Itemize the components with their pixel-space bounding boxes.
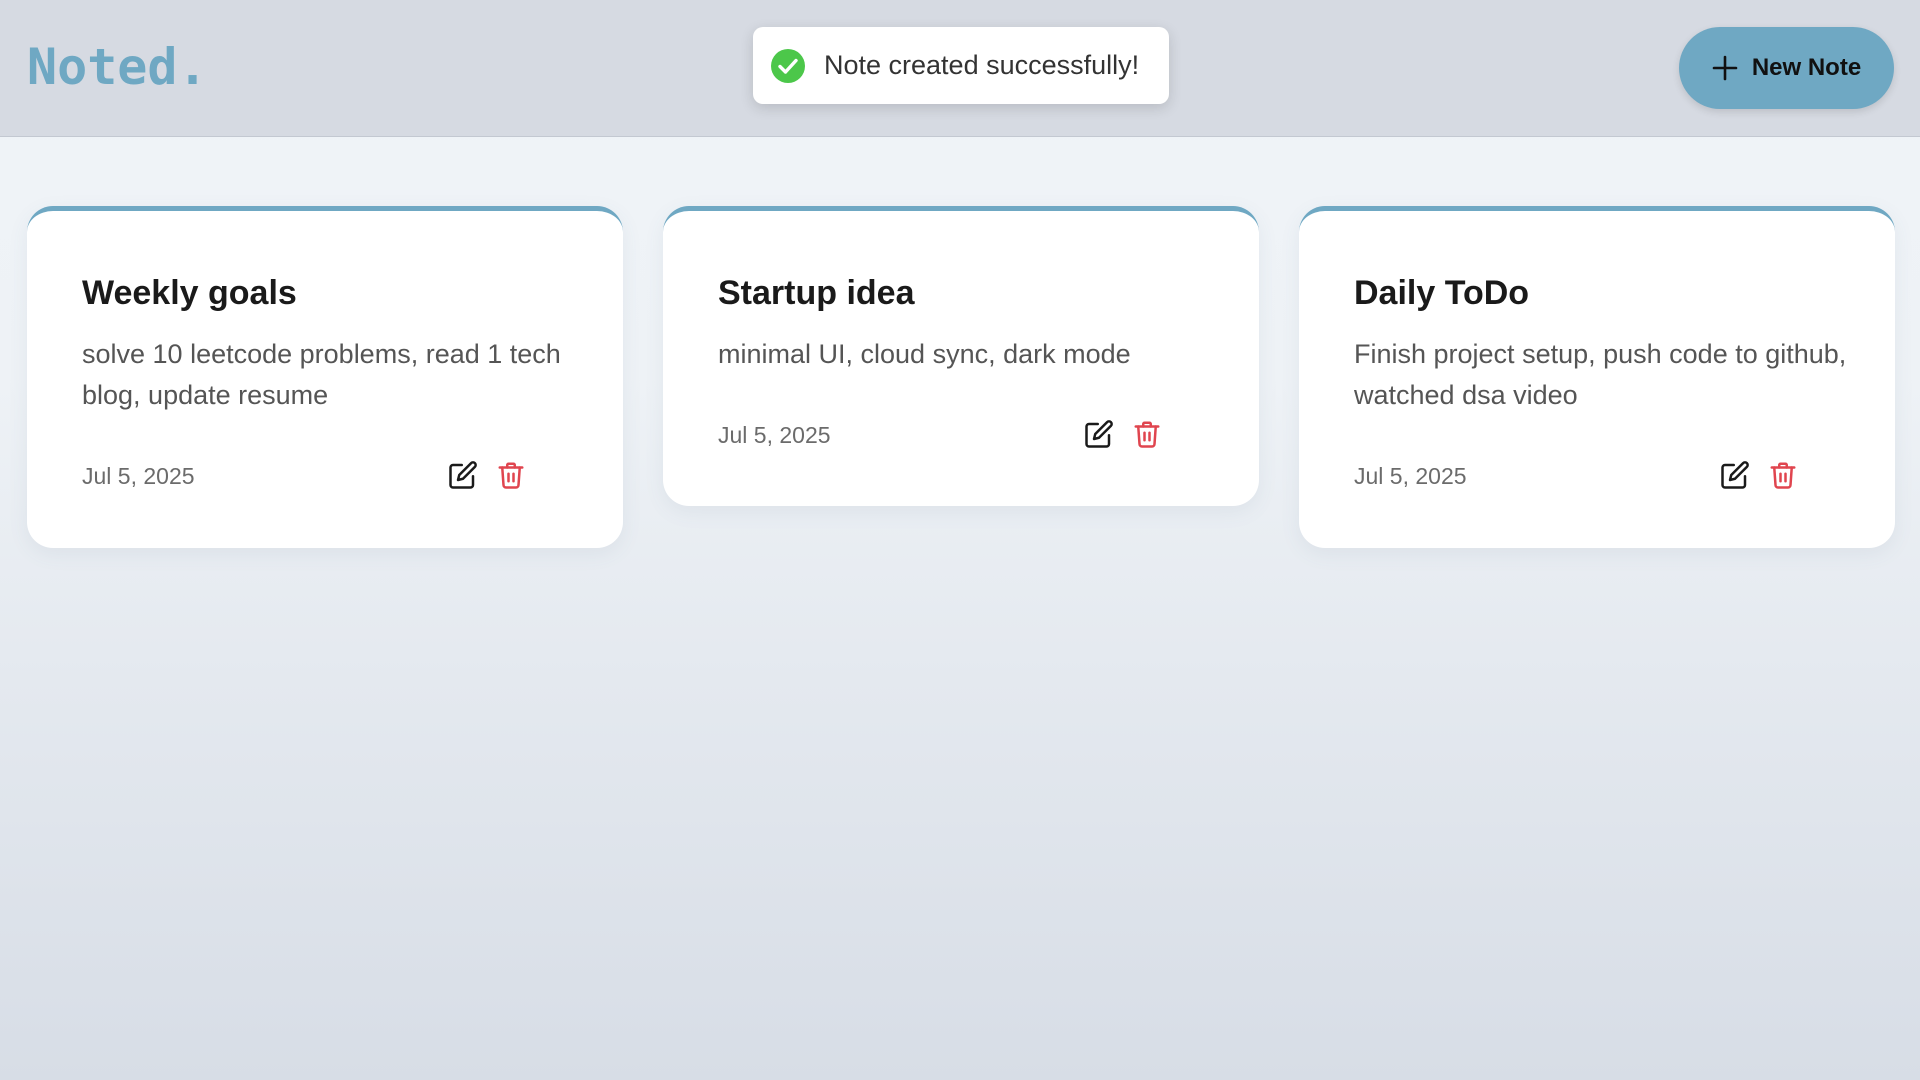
note-card[interactable]: Startup idea minimal UI, cloud sync, dar…: [663, 206, 1259, 506]
trash-icon[interactable]: [1132, 419, 1162, 449]
note-body: solve 10 leetcode problems, read 1 tech …: [82, 339, 561, 410]
note-title: Weekly goals: [82, 274, 297, 312]
trash-icon[interactable]: [1768, 460, 1798, 490]
note-body: minimal UI, cloud sync, dark mode: [718, 339, 1131, 369]
trash-icon[interactable]: [496, 460, 526, 490]
new-note-button[interactable]: New Note: [1679, 27, 1894, 109]
new-note-label: New Note: [1751, 54, 1862, 81]
edit-icon[interactable]: [1720, 460, 1750, 490]
toast-message: Note created successfully!: [824, 50, 1140, 80]
app-logo[interactable]: Noted.: [27, 38, 208, 96]
note-title: Daily ToDo: [1354, 274, 1530, 312]
edit-icon[interactable]: [448, 460, 478, 490]
plus-icon: [1712, 55, 1738, 81]
note-card[interactable]: Weekly goals solve 10 leetcode problems,…: [27, 206, 623, 548]
note-body: Finish project setup, push code to githu…: [1354, 339, 1847, 410]
edit-icon[interactable]: [1084, 419, 1114, 449]
note-date: Jul 5, 2025: [718, 422, 831, 448]
success-toast: Note created successfully!: [753, 27, 1169, 104]
note-date: Jul 5, 2025: [1354, 463, 1467, 489]
note-title: Startup idea: [718, 274, 915, 312]
check-circle-icon: [770, 48, 806, 84]
note-card[interactable]: Daily ToDo Finish project setup, push co…: [1299, 206, 1895, 548]
note-date: Jul 5, 2025: [82, 463, 195, 489]
